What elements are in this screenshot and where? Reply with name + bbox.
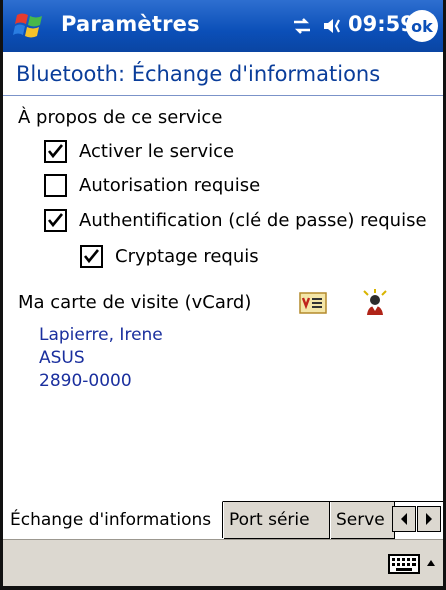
tab-scroll-right-button[interactable] (417, 506, 441, 532)
enable-service-label: Activer le service (79, 141, 235, 162)
device-bottom-edge (0, 586, 446, 590)
tab-information-exchange[interactable]: Échange d'informations (3, 501, 223, 538)
chevron-right-icon (426, 513, 432, 525)
checkmark-icon (47, 213, 64, 228)
page-header: Bluetooth: Échange d'informations (3, 52, 443, 96)
authentication-option[interactable]: Authentification (clé de passe) requise (44, 209, 427, 232)
enable-service-checkbox[interactable] (44, 140, 67, 163)
contact-picker-icon[interactable] (361, 289, 389, 317)
about-service-label: À propos de ce service (18, 107, 223, 128)
connectivity-icon[interactable] (290, 16, 314, 36)
page-title: Bluetooth: Échange d'informations (16, 62, 381, 86)
authentication-label: Authentification (clé de passe) requise (79, 210, 427, 231)
tab-servers[interactable]: Serve (331, 502, 395, 539)
authorization-checkbox[interactable] (44, 174, 67, 197)
app-title: Paramètres (61, 12, 200, 36)
chevron-up-icon (427, 560, 435, 566)
command-bar (3, 539, 443, 586)
keyboard-icon[interactable] (388, 552, 420, 576)
vcard-phone: 2890-0000 (39, 371, 132, 391)
vcard-name: Lapierre, Irene (39, 325, 163, 345)
vcard-icon[interactable] (299, 292, 327, 314)
enable-service-option[interactable]: Activer le service (44, 140, 234, 163)
checkmark-icon (83, 249, 100, 264)
speaker-icon[interactable] (321, 16, 345, 36)
clock[interactable]: 09:59 (348, 12, 415, 36)
encryption-checkbox[interactable] (80, 245, 103, 268)
encryption-label: Cryptage requis (115, 246, 259, 267)
authorization-label: Autorisation requise (79, 175, 261, 196)
vcard-company: ASUS (39, 348, 85, 368)
encryption-option[interactable]: Cryptage requis (80, 245, 259, 268)
chevron-left-icon (401, 513, 407, 525)
authorization-option[interactable]: Autorisation requise (44, 174, 260, 197)
input-panel-toggle[interactable] (424, 552, 438, 574)
vcard-label: Ma carte de visite (vCard) (18, 292, 252, 313)
title-bar: Paramètres 09:59 ok (3, 0, 443, 52)
tab-serial-port[interactable]: Port série (224, 502, 330, 539)
authentication-checkbox[interactable] (44, 209, 67, 232)
checkmark-icon (47, 144, 64, 159)
windows-flag-icon[interactable] (11, 9, 47, 43)
tab-scroll-left-button[interactable] (392, 506, 416, 532)
ok-button[interactable]: ok (406, 10, 438, 42)
settings-content: À propos de ce service Activer le servic… (3, 97, 443, 501)
tab-bar: Échange d'informations Port série Serve (3, 501, 443, 539)
